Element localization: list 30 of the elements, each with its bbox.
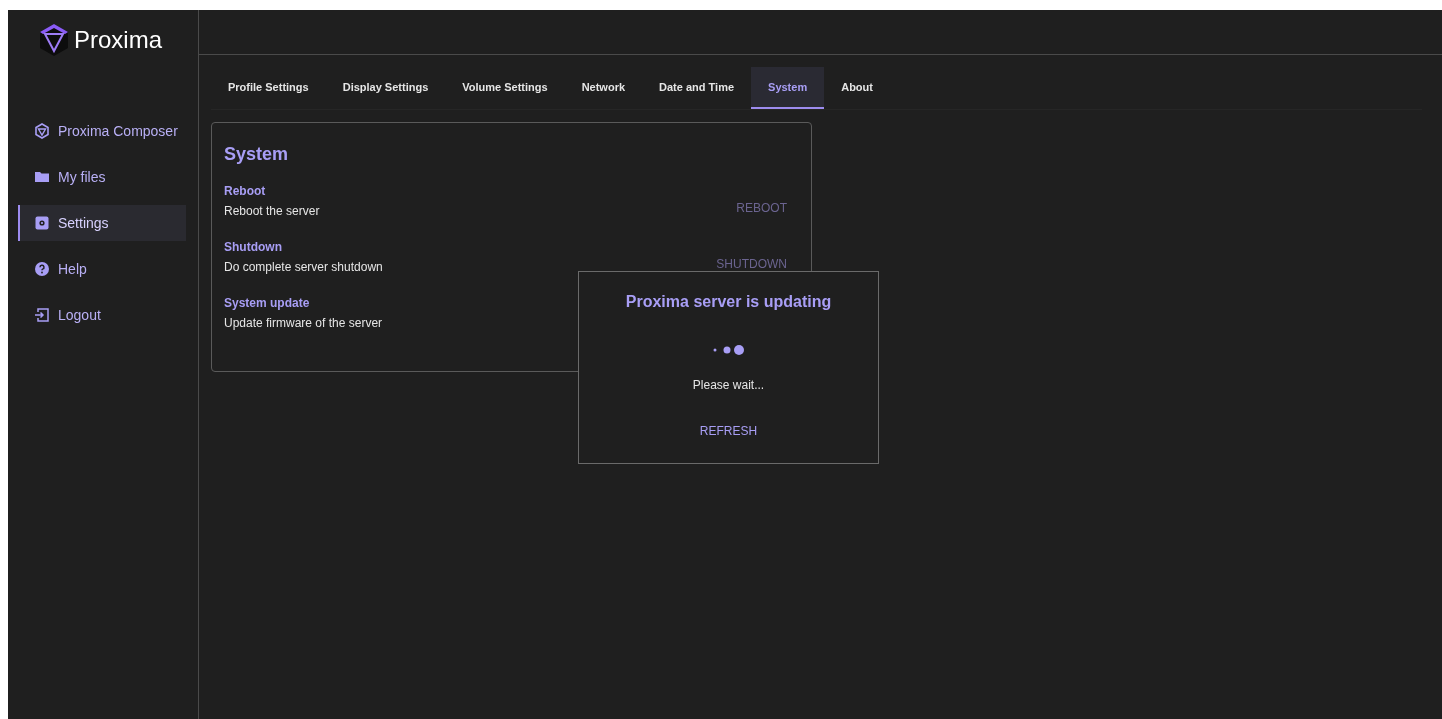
setting-description: Update firmware of the server bbox=[224, 315, 383, 332]
tab[interactable]: Date and Time bbox=[642, 67, 752, 109]
gear-icon bbox=[34, 215, 50, 231]
sidebar-item[interactable]: Logout bbox=[8, 297, 186, 333]
logout-icon bbox=[34, 307, 50, 323]
setting-description: Do complete server shutdown bbox=[224, 259, 383, 276]
setting-title: System update bbox=[224, 295, 311, 312]
tab[interactable]: Volume Settings bbox=[445, 67, 565, 109]
dialog-title: Proxima server is updating bbox=[625, 292, 832, 312]
setting-title: Shutdown bbox=[224, 239, 283, 256]
tab[interactable]: System bbox=[751, 67, 825, 109]
sidebar-item[interactable]: Settings bbox=[18, 205, 186, 241]
dialog-message: Please wait... bbox=[692, 377, 765, 394]
sidebar-item[interactable]: Proxima Composer bbox=[8, 113, 186, 149]
hexagon-icon bbox=[34, 123, 50, 139]
tab[interactable]: About bbox=[824, 67, 890, 109]
logo-icon bbox=[38, 23, 70, 57]
sidebar-item[interactable]: My files bbox=[8, 159, 186, 195]
help-icon bbox=[34, 261, 50, 277]
sidebar-item[interactable]: Help bbox=[8, 251, 186, 287]
folder-icon bbox=[34, 169, 50, 185]
setting-title: Reboot bbox=[224, 183, 267, 200]
tab[interactable]: Network bbox=[564, 67, 643, 109]
logo-text: Proxima bbox=[74, 25, 163, 55]
card-title: System bbox=[224, 143, 290, 166]
refresh-button[interactable]: REFRESH bbox=[691, 418, 766, 444]
loading-icon bbox=[711, 344, 746, 356]
tab[interactable]: Display Settings bbox=[325, 67, 446, 109]
tab[interactable]: Profile Settings bbox=[211, 67, 326, 109]
setting-description: Reboot the server bbox=[224, 203, 320, 220]
